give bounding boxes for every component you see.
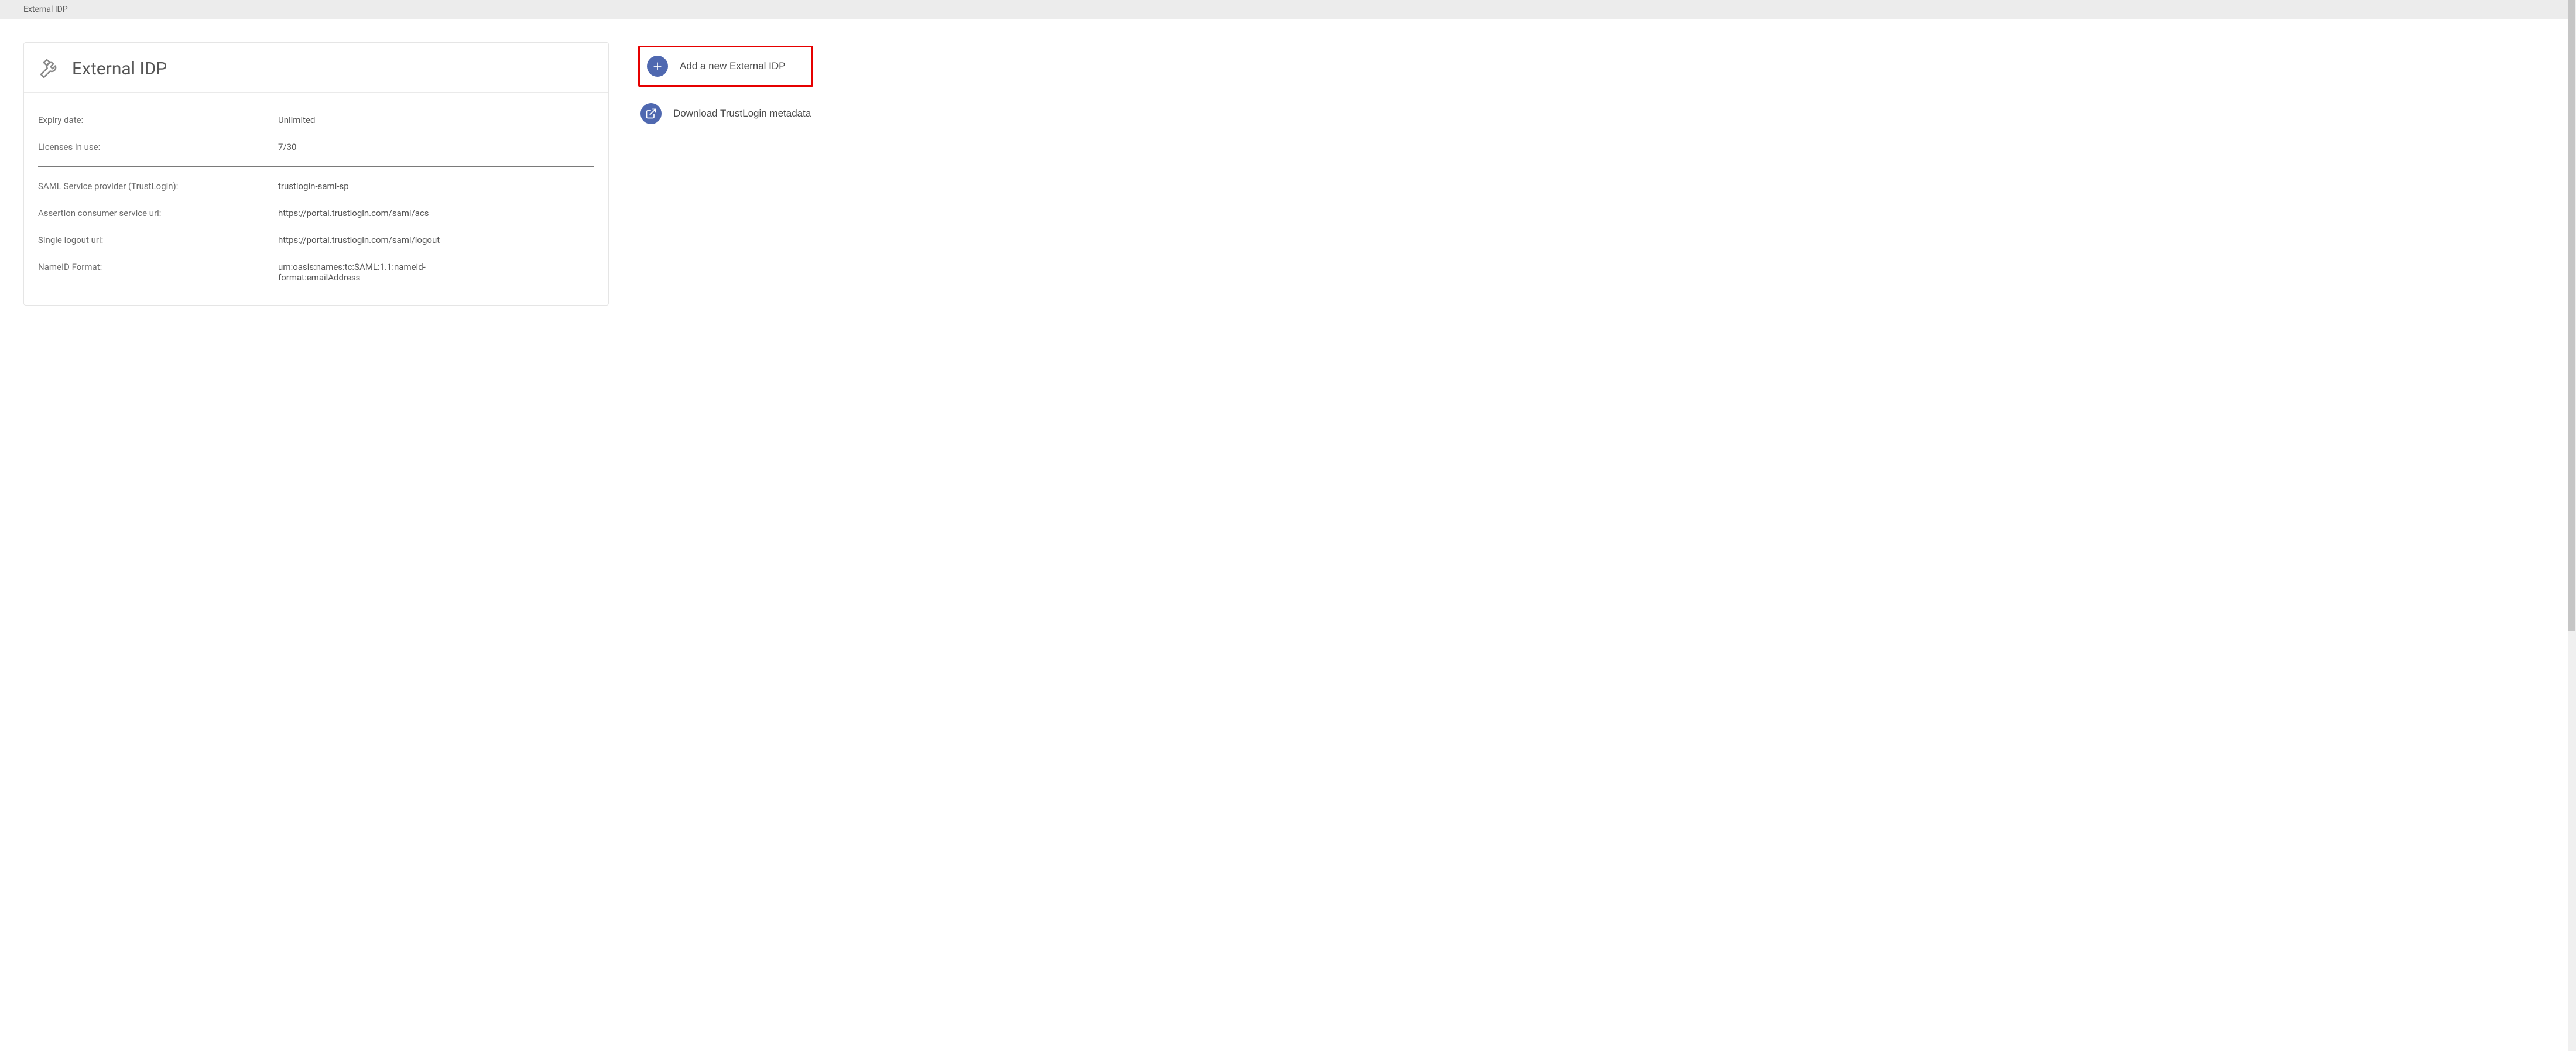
panel-header: External IDP — [24, 43, 608, 93]
download-metadata-button[interactable]: Download TrustLogin metadata — [638, 98, 813, 129]
value: urn:oasis:names:tc:SAML:1.1:nameid-forma… — [278, 262, 454, 283]
external-idp-panel: External IDP Expiry date: Unlimited Lice… — [23, 42, 609, 306]
value: https://portal.trustlogin.com/saml/logou… — [278, 235, 594, 245]
scrollbar-thumb[interactable] — [2568, 0, 2575, 631]
label: SAML Service provider (TrustLogin): — [38, 181, 278, 191]
row-licenses: Licenses in use: 7/30 — [38, 133, 594, 160]
external-link-icon — [640, 103, 662, 124]
action-label: Add a new External IDP — [680, 60, 785, 72]
value: Unlimited — [278, 115, 594, 125]
panel-body: Expiry date: Unlimited Licenses in use: … — [24, 93, 608, 305]
panel-title: External IDP — [72, 59, 167, 79]
value: trustlogin-saml-sp — [278, 181, 594, 191]
breadcrumb: External IDP — [23, 5, 68, 14]
scrollbar[interactable] — [2568, 0, 2576, 1051]
label: Assertion consumer service url: — [38, 208, 278, 218]
row-nameid: NameID Format: urn:oasis:names:tc:SAML:1… — [38, 254, 594, 291]
add-external-idp-button[interactable]: Add a new External IDP — [645, 51, 787, 81]
plus-icon — [647, 56, 668, 77]
row-slo: Single logout url: https://portal.trustl… — [38, 227, 594, 254]
label: Licenses in use: — [38, 142, 278, 152]
content: External IDP Expiry date: Unlimited Lice… — [0, 19, 2576, 329]
divider — [38, 166, 594, 167]
value: 7/30 — [278, 142, 594, 152]
label: Expiry date: — [38, 115, 278, 125]
highlight-box: Add a new External IDP — [638, 46, 813, 87]
label: Single logout url: — [38, 235, 278, 245]
label: NameID Format: — [38, 262, 278, 283]
value: https://portal.trustlogin.com/saml/acs — [278, 208, 594, 218]
action-label: Download TrustLogin metadata — [673, 108, 811, 119]
row-expiry: Expiry date: Unlimited — [38, 107, 594, 133]
row-acs: Assertion consumer service url: https://… — [38, 200, 594, 227]
page-header: External IDP — [0, 0, 2576, 19]
row-sp: SAML Service provider (TrustLogin): trus… — [38, 173, 594, 200]
side-actions: Add a new External IDP Download TrustLog… — [638, 42, 813, 129]
tools-icon — [38, 57, 61, 80]
